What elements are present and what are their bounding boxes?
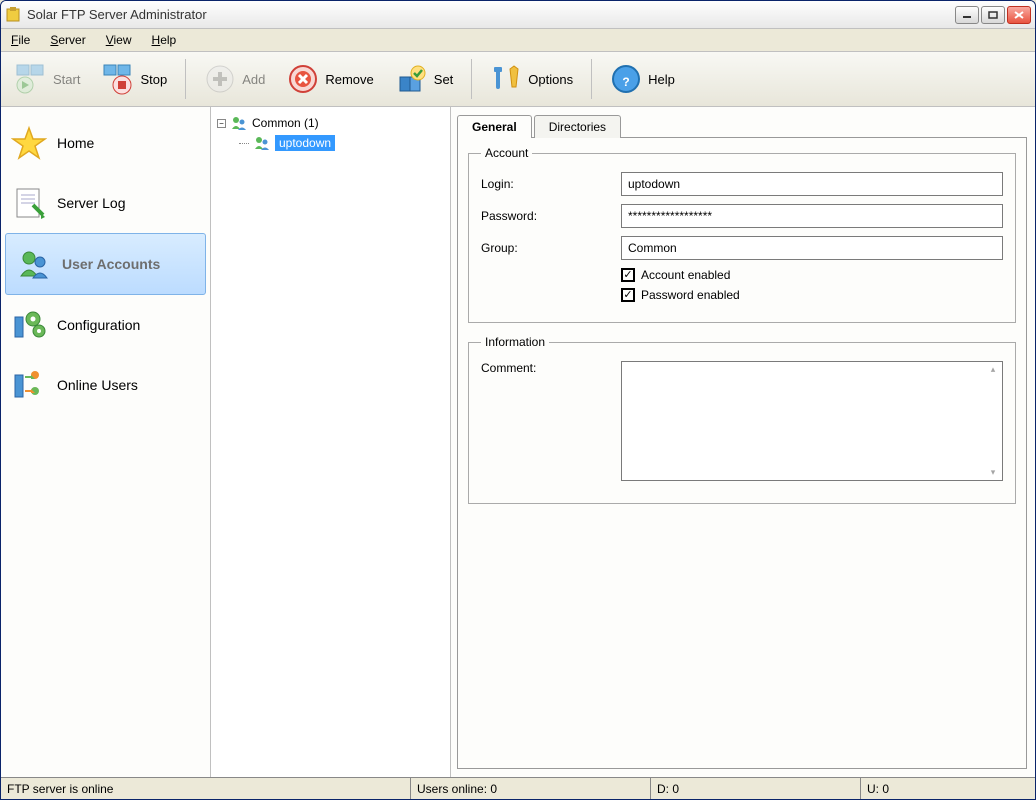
options-label: Options	[528, 72, 573, 87]
statusbar: FTP server is online Users online: 0 D: …	[1, 777, 1035, 799]
stop-icon	[102, 63, 134, 95]
tree-user-label: uptodown	[275, 135, 335, 151]
information-fieldset: Information Comment: ▴▾	[468, 335, 1016, 504]
collapse-icon[interactable]: −	[217, 119, 226, 128]
account-fieldset: Account Login: Password: Group: ✓	[468, 146, 1016, 323]
star-icon	[11, 125, 47, 161]
tree-group[interactable]: − Common (1)	[215, 113, 446, 133]
app-icon	[5, 7, 21, 23]
group-icon	[230, 115, 248, 131]
sidebar: Home Server Log User Accounts Configurat…	[1, 107, 211, 777]
login-input[interactable]	[621, 172, 1003, 196]
group-input[interactable]	[621, 236, 1003, 260]
nav-label: Online Users	[57, 377, 138, 393]
remove-button[interactable]: Remove	[279, 61, 381, 97]
tree-group-label: Common (1)	[252, 116, 319, 130]
nav-label: Server Log	[57, 195, 125, 211]
log-icon	[11, 185, 47, 221]
tab-general-body: Account Login: Password: Group: ✓	[457, 137, 1027, 769]
menubar: File Server View Help	[1, 29, 1035, 51]
user-icon	[253, 135, 271, 151]
stop-label: Stop	[140, 72, 167, 87]
sidebar-item-serverlog[interactable]: Server Log	[1, 173, 210, 233]
account-enabled-label: Account enabled	[641, 268, 730, 282]
window-buttons	[955, 6, 1031, 24]
tree-connector	[239, 143, 249, 144]
play-icon	[15, 63, 47, 95]
toolbar-separator	[471, 59, 472, 99]
information-legend: Information	[481, 335, 549, 349]
nav-label: Home	[57, 135, 94, 151]
help-label: Help	[648, 72, 675, 87]
window-title: Solar FTP Server Administrator	[27, 7, 955, 22]
menu-server[interactable]: Server	[46, 31, 89, 49]
comment-textarea[interactable]: ▴▾	[621, 361, 1003, 481]
password-enabled-checkbox[interactable]: ✓	[621, 288, 635, 302]
close-button[interactable]	[1007, 6, 1031, 24]
password-enabled-label: Password enabled	[641, 288, 740, 302]
main-window: Solar FTP Server Administrator File Serv…	[0, 0, 1036, 800]
add-icon	[204, 63, 236, 95]
add-button: Add	[196, 61, 273, 97]
menu-file[interactable]: File	[7, 31, 34, 49]
tab-general[interactable]: General	[457, 115, 532, 138]
options-button[interactable]: Options	[482, 61, 581, 97]
menu-view[interactable]: View	[102, 31, 136, 49]
login-label: Login:	[481, 177, 621, 191]
menu-help[interactable]: Help	[148, 31, 181, 49]
password-input[interactable]	[621, 204, 1003, 228]
tree-user[interactable]: uptodown	[237, 133, 446, 153]
content-area: Home Server Log User Accounts Configurat…	[1, 107, 1035, 777]
sidebar-item-useraccounts[interactable]: User Accounts	[5, 233, 206, 295]
gear-icon	[11, 307, 47, 343]
stop-button[interactable]: Stop	[94, 61, 175, 97]
scrollbar[interactable]: ▴▾	[986, 364, 1000, 478]
account-enabled-checkbox[interactable]: ✓	[621, 268, 635, 282]
start-label: Start	[53, 72, 80, 87]
status-d: D: 0	[651, 778, 861, 799]
tabs: General Directories	[457, 113, 1027, 137]
set-label: Set	[434, 72, 454, 87]
group-label: Group:	[481, 241, 621, 255]
nav-label: User Accounts	[62, 256, 160, 272]
maximize-button[interactable]	[981, 6, 1005, 24]
tab-label: Directories	[549, 120, 606, 134]
status-u: U: 0	[861, 778, 1035, 799]
comment-label: Comment:	[481, 361, 621, 375]
users-icon	[16, 246, 52, 282]
sidebar-item-configuration[interactable]: Configuration	[1, 295, 210, 355]
options-icon	[490, 63, 522, 95]
account-legend: Account	[481, 146, 532, 160]
remove-label: Remove	[325, 72, 373, 87]
user-tree[interactable]: − Common (1) uptodown	[211, 107, 451, 777]
help-icon: ?	[610, 63, 642, 95]
password-label: Password:	[481, 209, 621, 223]
start-button: Start	[7, 61, 88, 97]
sidebar-item-home[interactable]: Home	[1, 113, 210, 173]
titlebar: Solar FTP Server Administrator	[1, 1, 1035, 29]
toolbar-separator	[185, 59, 186, 99]
status-server: FTP server is online	[1, 778, 411, 799]
online-users-icon	[11, 367, 47, 403]
detail-panel: General Directories Account Login: Passw…	[451, 107, 1035, 777]
minimize-button[interactable]	[955, 6, 979, 24]
set-button[interactable]: Set	[388, 61, 462, 97]
nav-label: Configuration	[57, 317, 140, 333]
status-users-online: Users online: 0	[411, 778, 651, 799]
tab-label: General	[472, 120, 517, 134]
tab-directories[interactable]: Directories	[534, 115, 621, 138]
set-icon	[396, 63, 428, 95]
help-button[interactable]: ? Help	[602, 61, 683, 97]
add-label: Add	[242, 72, 265, 87]
toolbar-separator	[591, 59, 592, 99]
remove-icon	[287, 63, 319, 95]
sidebar-item-onlineusers[interactable]: Online Users	[1, 355, 210, 415]
svg-text:?: ?	[622, 75, 629, 89]
toolbar: Start Stop Add Remove Set Options ? Help	[1, 51, 1035, 107]
